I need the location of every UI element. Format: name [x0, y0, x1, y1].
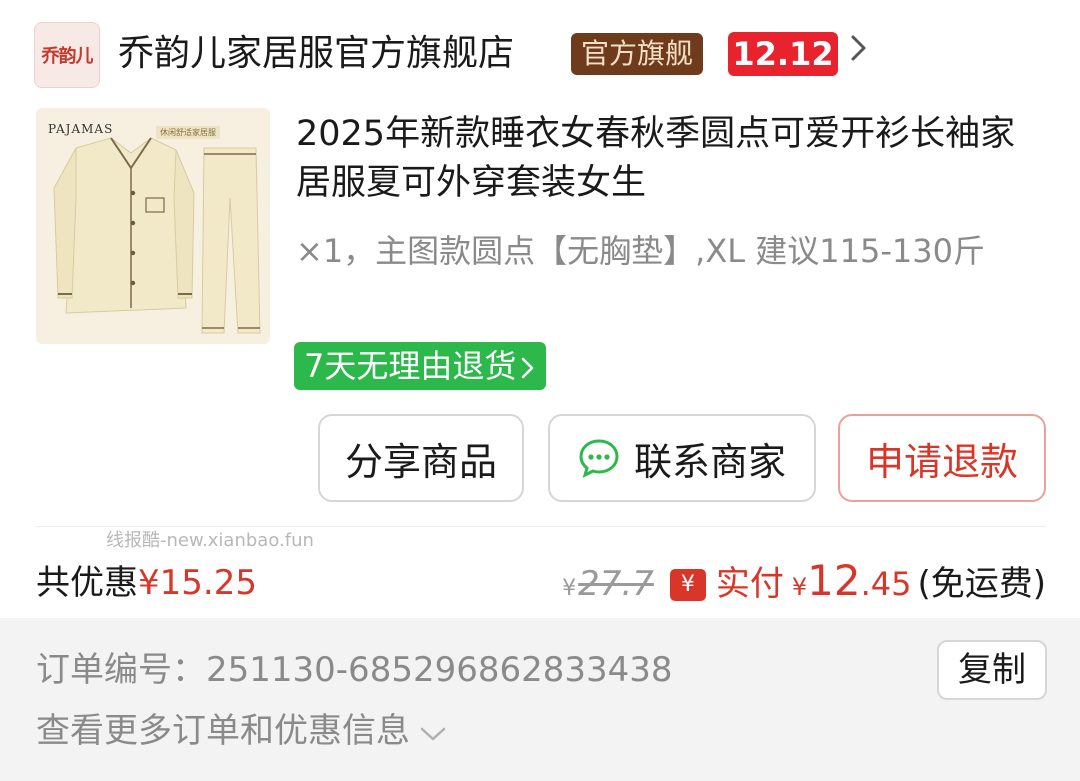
- original-price-currency: ¥: [562, 576, 577, 601]
- product-image[interactable]: PAJAMAS 休闲舒适家居服: [36, 108, 270, 344]
- watermark: 线报酷-new.xianbao.fun: [106, 530, 314, 551]
- chat-bubble-icon: [578, 437, 620, 479]
- order-number-value: 251130-685296862833438: [206, 650, 673, 690]
- request-refund-label: 申请退款: [865, 439, 1018, 484]
- share-product-label: 分享商品: [344, 439, 497, 484]
- store-logo-text: 乔韵儿: [41, 46, 94, 67]
- promo-badge: 12.12: [728, 32, 838, 76]
- amount-paid-currency: ¥: [791, 573, 808, 601]
- contact-seller-label: 联系商家: [633, 439, 786, 484]
- product-spec: ×1，主图款圆点【无胸垫】,XL 建议115-130斤: [296, 232, 985, 270]
- original-price: 27.7: [578, 564, 654, 604]
- amount-paid-decimal: .45: [860, 565, 912, 603]
- order-card: 乔韵儿 乔韵儿家居服官方旗舰店 官方旗舰 12.12 PAJAMAS 休闲舒适家…: [0, 0, 1080, 618]
- store-logo[interactable]: 乔韵儿: [34, 22, 100, 88]
- amount-paid-integer: 12: [807, 556, 861, 605]
- more-order-info-label: 查看更多订单和优惠信息: [36, 711, 410, 751]
- price-summary: ¥ 27.7 ¥ 实付 ¥ 12 .45 (免运费): [562, 556, 1046, 612]
- store-name[interactable]: 乔韵儿家居服官方旗舰店: [118, 28, 514, 80]
- total-savings-label: 共优惠: [36, 563, 138, 603]
- chevron-right-icon[interactable]: [848, 30, 870, 78]
- shipping-note: (免运费): [917, 564, 1046, 604]
- yen-icon: ¥: [669, 569, 706, 601]
- copy-order-number-button[interactable]: 复制: [937, 640, 1047, 700]
- chevron-right-icon: [520, 342, 536, 390]
- order-number: 订单编号：251130-685296862833438: [36, 645, 673, 695]
- return-policy-tag[interactable]: 7天无理由退货: [294, 342, 547, 390]
- more-order-info-link[interactable]: 查看更多订单和优惠信息: [36, 706, 448, 758]
- chevron-down-icon: [418, 708, 448, 758]
- request-refund-button[interactable]: 申请退款: [838, 414, 1046, 502]
- pajamas-illustration: [53, 137, 261, 334]
- amount-paid-label: 实付: [715, 564, 784, 604]
- contact-seller-button[interactable]: 联系商家: [548, 414, 816, 502]
- return-policy-label: 7天无理由退货: [304, 347, 517, 385]
- total-savings: 共优惠¥15.25: [36, 558, 257, 608]
- share-product-button[interactable]: 分享商品: [318, 414, 524, 502]
- total-savings-value: ¥15.25: [138, 563, 257, 603]
- product-title[interactable]: 2025年新款睡衣女春秋季圆点可爱开衫长袖家居服夏可外穿套装女生: [296, 110, 1046, 208]
- order-number-label: 订单编号：: [36, 650, 206, 690]
- official-store-badge: 官方旗舰: [571, 33, 704, 75]
